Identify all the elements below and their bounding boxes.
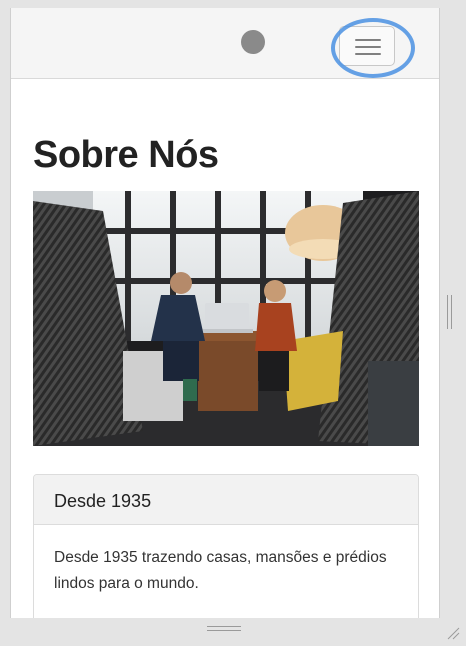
panel-heading: Desde 1935: [34, 475, 418, 525]
mobile-viewport: Sobre Nós Desde 1935 Desde 1935 trazendo…: [10, 8, 440, 618]
info-panel: Desde 1935 Desde 1935 trazendo casas, ma…: [33, 474, 419, 618]
resize-handle-right[interactable]: [447, 295, 453, 329]
navbar: [11, 8, 439, 79]
resize-corner-icon[interactable]: [446, 626, 460, 640]
mouse-cursor-indicator: [241, 30, 265, 54]
panel-title: Desde 1935: [54, 491, 152, 511]
click-highlight-ring: [331, 18, 415, 78]
panel-body-text: Desde 1935 trazendo casas, mansões e pré…: [54, 549, 387, 592]
resize-handle-bottom[interactable]: [207, 626, 241, 632]
page-title: Sobre Nós: [33, 134, 219, 176]
hero-image: [33, 191, 419, 446]
